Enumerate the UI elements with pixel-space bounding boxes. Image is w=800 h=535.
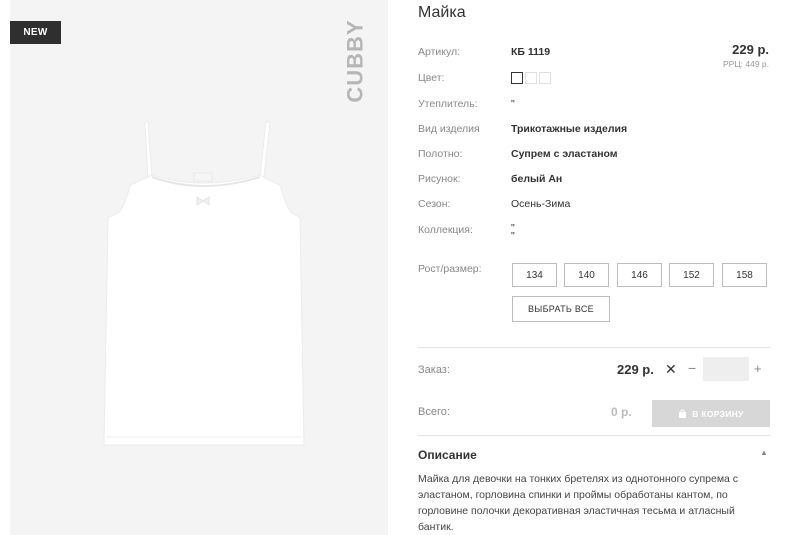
size-option-140[interactable]: 140 (564, 263, 609, 287)
size-option-134[interactable]: 134 (512, 263, 557, 287)
article-value: КБ 1119 (511, 46, 551, 58)
brand-logo-text: CUBBY (343, 19, 369, 103)
order-label: Заказ: (418, 364, 450, 376)
season-label: Сезон: (418, 198, 451, 210)
article-label: Артикул: (418, 46, 461, 58)
size-option-152[interactable]: 152 (669, 263, 714, 287)
clear-icon[interactable]: ✕ (665, 361, 677, 378)
season-value: Осень-Зима (511, 198, 571, 210)
divider (418, 347, 770, 348)
quantity-input[interactable] (703, 357, 749, 381)
product-photo (103, 120, 305, 446)
quantity-increase-button[interactable]: + (754, 361, 762, 376)
collapse-icon[interactable]: ▲ (760, 448, 768, 457)
insulation-value: " (511, 98, 515, 110)
color-swatch-selected[interactable] (511, 72, 523, 84)
product-title: Майка (418, 4, 466, 21)
size-option-146[interactable]: 146 (617, 263, 662, 287)
add-to-cart-label: В КОРЗИНУ (692, 408, 744, 419)
product-price: 229 р. (732, 42, 769, 57)
fabric-value: Супрем с эластаном (511, 148, 618, 160)
order-price: 229 р. (617, 362, 654, 377)
pattern-label: Рисунок: (418, 173, 461, 185)
size-option-158[interactable]: 158 (722, 263, 767, 287)
color-swatches (511, 72, 551, 84)
total-label: Всего: (418, 406, 450, 418)
recommended-price: РРЦ: 449 р. (723, 59, 769, 69)
fabric-label: Полотно: (418, 148, 463, 160)
color-label: Цвет: (418, 72, 445, 84)
size-label: Рост/размер: (418, 263, 482, 275)
description-text: Майка для девочки на тонких бретелях из … (418, 473, 739, 533)
brand-logo: CUBBY (342, 16, 370, 106)
product-image-panel: NEW CUBBY (10, 0, 388, 535)
collection-label: Коллекция: (418, 224, 473, 236)
product-type-label: Вид изделия (418, 123, 480, 135)
description-header[interactable]: Описание (418, 448, 477, 462)
product-type-value: Трикотажные изделия (511, 123, 628, 135)
select-all-sizes-button[interactable]: ВЫБРАТЬ ВСЕ (512, 296, 610, 322)
insulation-label: Утеплитель: (418, 98, 478, 110)
shopping-bag-icon (679, 409, 687, 418)
pattern-value: белый Ан (511, 173, 563, 185)
color-swatch[interactable] (525, 72, 537, 84)
collection-value: " (511, 230, 515, 242)
divider (418, 435, 770, 436)
total-value: 0 р. (611, 405, 632, 419)
color-swatch[interactable] (539, 72, 551, 84)
add-to-cart-button[interactable]: В КОРЗИНУ (652, 400, 770, 427)
quantity-decrease-button[interactable]: − (688, 360, 696, 376)
new-badge: NEW (10, 21, 61, 44)
